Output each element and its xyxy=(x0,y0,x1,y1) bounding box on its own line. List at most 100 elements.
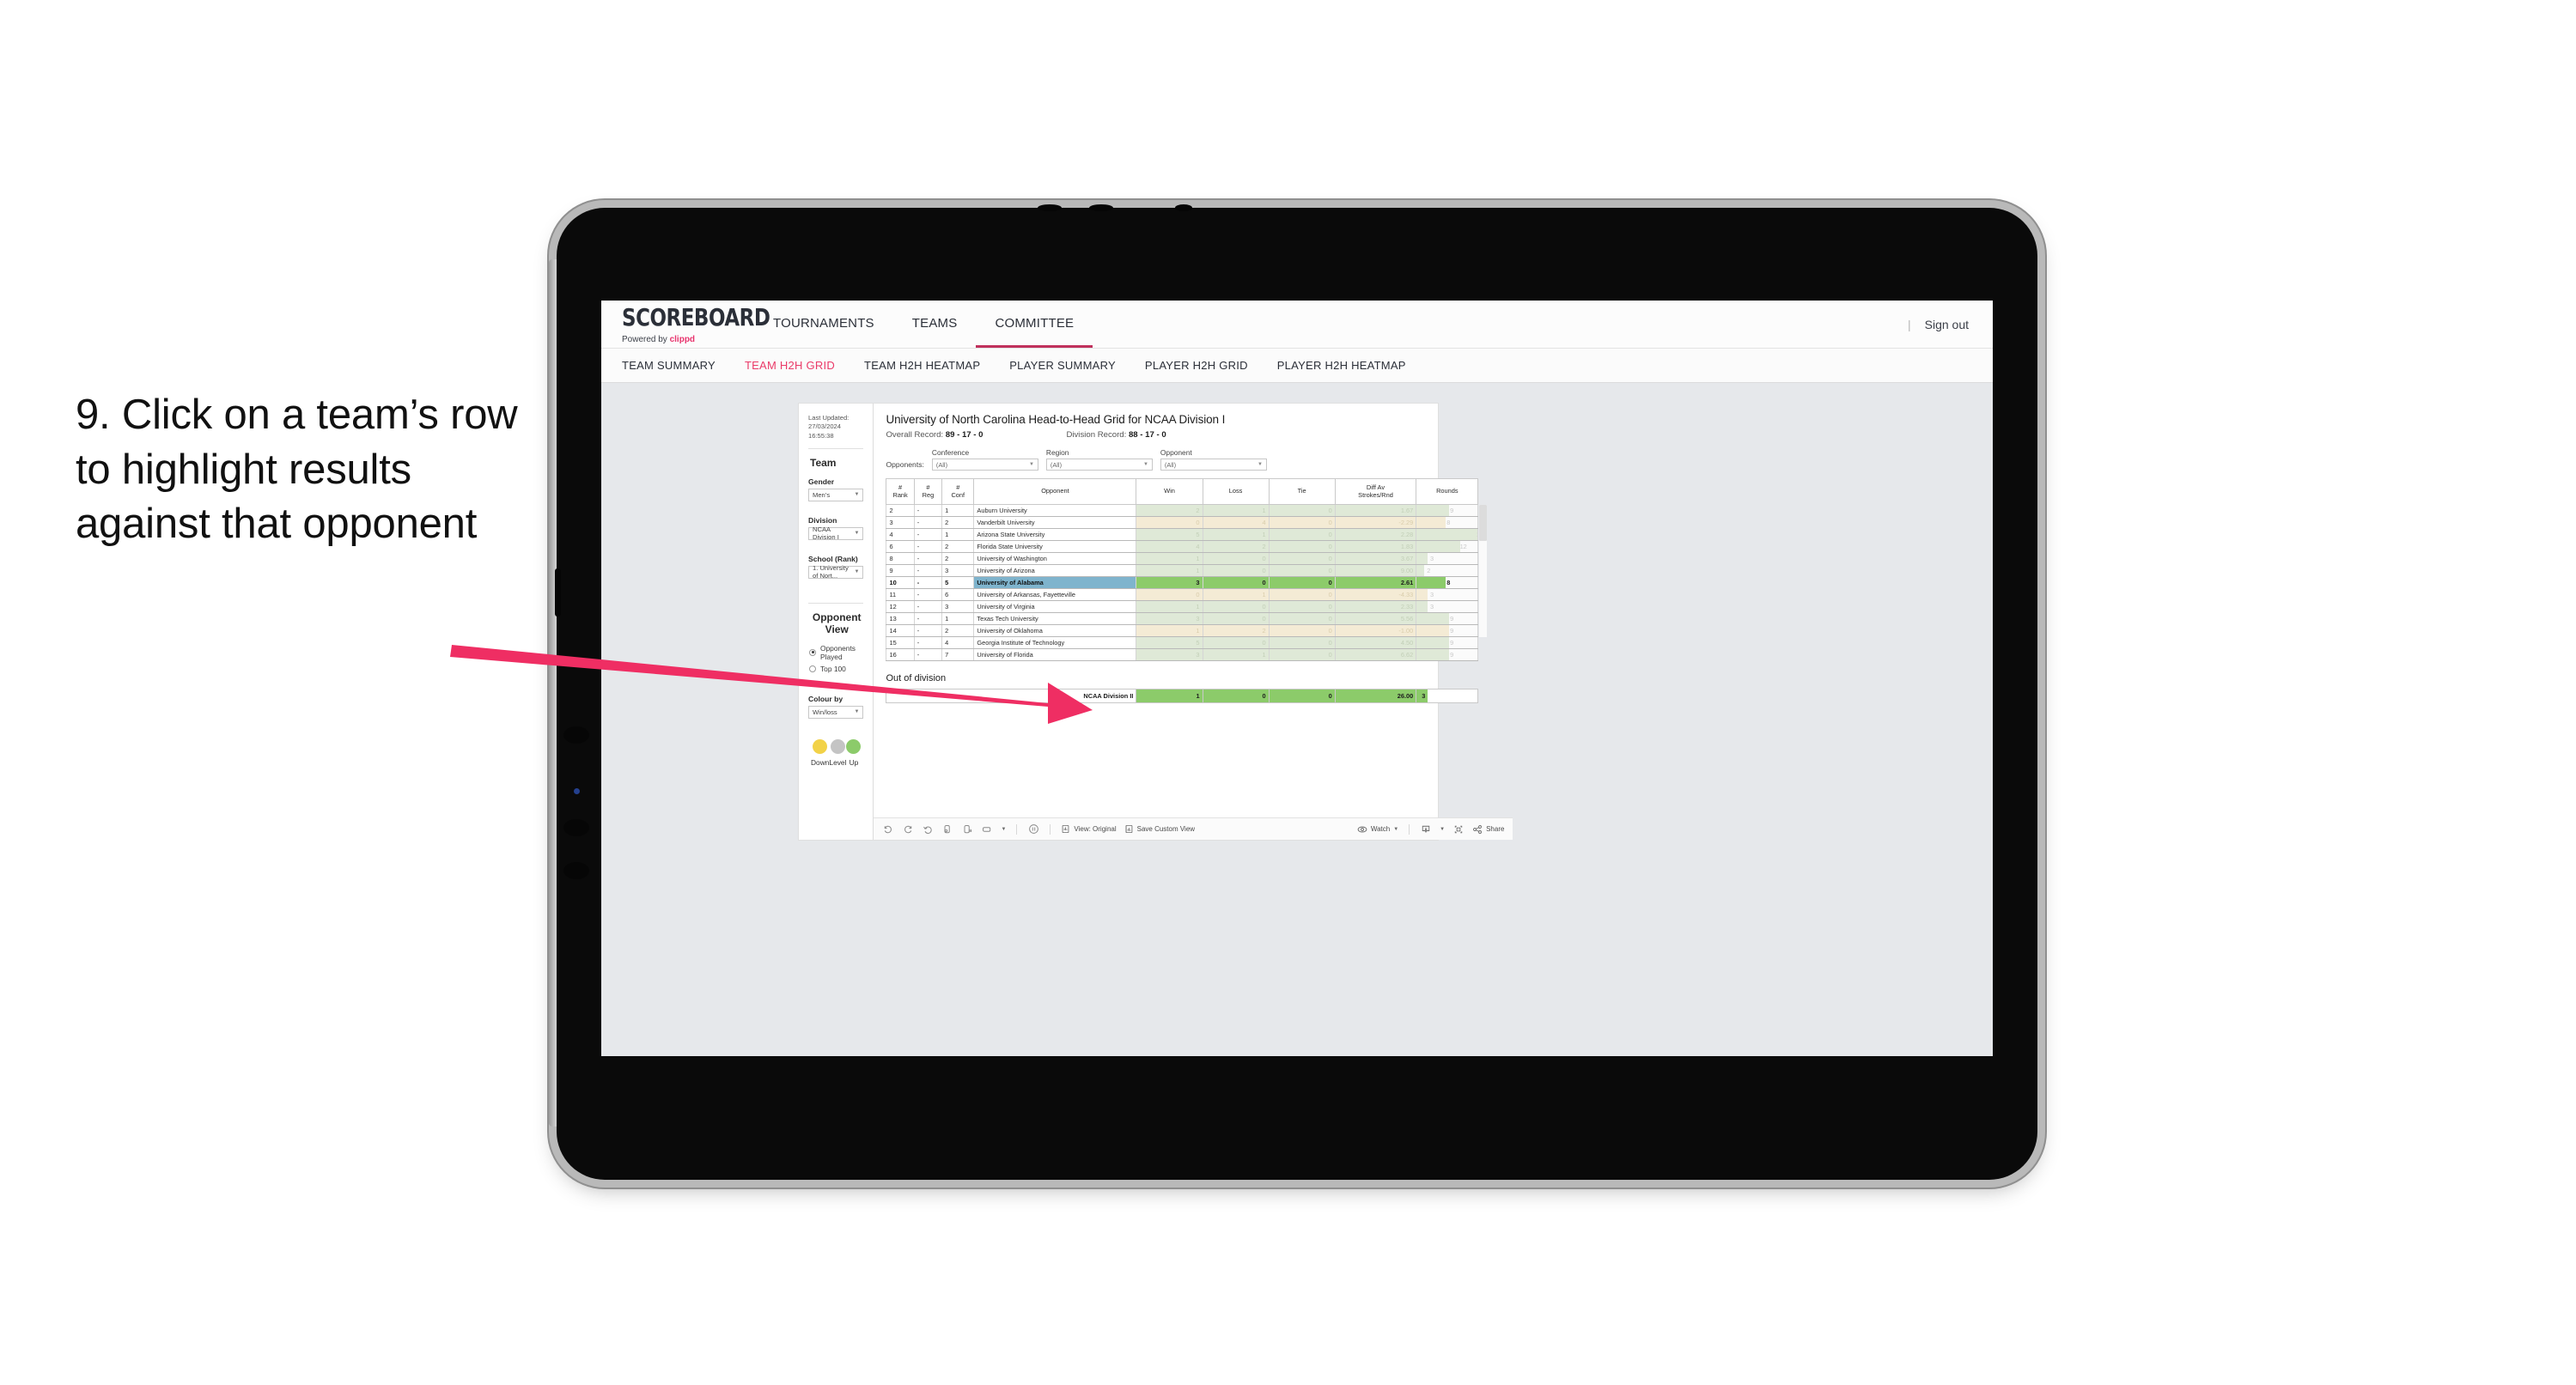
fullscreen-icon[interactable] xyxy=(1452,823,1465,835)
table-row[interactable]: 15-4 Georgia Institute of Technology 5 0 0 4.… xyxy=(886,636,1479,649)
school-select[interactable]: 1. University of Nort... ▼ xyxy=(808,564,864,580)
cell-rank: 16 xyxy=(886,648,915,661)
share-label: Share xyxy=(1486,825,1505,833)
column-header-diff-av-strokes-rnd[interactable]: Diff Av Strokes/Rnd xyxy=(1334,478,1417,505)
sign-out-link[interactable]: Sign out xyxy=(1925,318,1969,331)
subtab-player-h2h-heatmap[interactable]: PLAYER H2H HEATMAP xyxy=(1277,359,1406,372)
cell-region: - xyxy=(913,540,943,553)
share-button[interactable]: Share xyxy=(1472,824,1504,835)
filter-opponent-value: (All) xyxy=(1164,460,1177,469)
column-header-opponent[interactable]: Opponent xyxy=(973,478,1137,505)
table-row[interactable]: 3-2 Vanderbilt University 0 4 0 -2.29 8 xyxy=(886,516,1479,529)
filter-conference-select[interactable]: (All) ▼ xyxy=(931,459,1038,471)
pause-auto-update-icon[interactable] xyxy=(1027,823,1039,835)
cell-win: 1 xyxy=(1136,552,1203,565)
cell-rank: 13 xyxy=(886,612,915,625)
radio-top-100[interactable]: Top 100 xyxy=(809,665,863,673)
column-header-tie[interactable]: Tie xyxy=(1268,478,1336,505)
cell-opponent: University of Arkansas, Fayetteville xyxy=(973,588,1137,601)
legend-item-down: Down xyxy=(811,738,829,767)
legend-dot-up xyxy=(846,738,862,754)
table-row[interactable]: 4-1Arizona State University5102.2817 xyxy=(886,528,1479,541)
table-row[interactable]: 8-2 University of Washington 1 0 0 3.67 3 xyxy=(886,552,1479,565)
cell-loss: 0 xyxy=(1202,600,1270,613)
h2h-grid-table-wrapper: # Rank # Reg # Conf Opponent Win Loss Tie Diff Av S… xyxy=(886,478,1488,661)
toolbar-divider-1 xyxy=(1016,823,1018,835)
pause-icon[interactable] xyxy=(961,823,973,835)
column-header--reg[interactable]: # Reg xyxy=(913,478,943,505)
subtab-player-h2h-grid[interactable]: PLAYER H2H GRID xyxy=(1145,359,1248,372)
chevron-down-icon[interactable]: ▼ xyxy=(1440,827,1445,832)
subtab-team-h2h-heatmap[interactable]: TEAM H2H HEATMAP xyxy=(864,359,980,372)
filter-region-select[interactable]: (All) ▼ xyxy=(1045,459,1153,471)
rounds-value: 2 xyxy=(1427,567,1431,574)
subtab-team-summary[interactable]: TEAM SUMMARY xyxy=(622,359,716,372)
cell-diff: 6.62 xyxy=(1334,648,1417,661)
table-row[interactable]: 6-2 Florida State University 4 2 0 1.83 12 xyxy=(886,540,1479,553)
chevron-down-icon: ▼ xyxy=(854,569,860,575)
cell-conference: 1 xyxy=(941,528,975,541)
nav-tab-tournaments[interactable]: TOURNAMENTS xyxy=(754,301,893,348)
table-row[interactable]: 11-6 University of Arkansas, Fayetteville… xyxy=(886,588,1479,601)
table-row[interactable]: 12-3 University of Virginia 1 0 0 2.33 3 xyxy=(886,600,1479,613)
page-title: University of North Carolina Head-to-Hea… xyxy=(886,413,1226,426)
cell-win: 1 xyxy=(1136,564,1203,577)
division-select[interactable]: NCAA Division I ▼ xyxy=(808,525,864,541)
chevron-down-icon[interactable]: ▼ xyxy=(1001,827,1006,832)
table-row[interactable]: 13-1 Texas Tech University 3 0 0 5.56 9 xyxy=(886,612,1479,625)
cell-win: 0 xyxy=(1136,588,1203,601)
app-logo[interactable]: SCOREBOARD Powered by clippd xyxy=(601,301,770,348)
watch-button[interactable]: Watch ▼ xyxy=(1357,824,1398,835)
subtab-player-summary[interactable]: PLAYER SUMMARY xyxy=(1009,359,1116,372)
redo-icon[interactable] xyxy=(902,823,914,835)
cell-diff: 1.83 xyxy=(1334,540,1417,553)
cell-diff: 5.56 xyxy=(1334,612,1417,625)
cell-rounds: 3 xyxy=(1416,588,1479,601)
refresh-icon[interactable] xyxy=(941,823,953,835)
cell-opponent: University of Virginia xyxy=(973,600,1137,613)
save-custom-view-label: Save Custom View xyxy=(1136,825,1196,833)
colour-by-select[interactable]: Win/loss ▼ xyxy=(808,705,864,719)
rounds-value: 3 xyxy=(1430,555,1434,562)
table-vertical-scrollbar[interactable] xyxy=(1479,505,1488,637)
device-speaker-3 xyxy=(563,862,589,879)
cell-region: - xyxy=(913,648,943,661)
view-original-button[interactable]: View: Original xyxy=(1061,824,1117,834)
out-of-division-row[interactable]: NCAA Division II 1 0 0 26.00 3 xyxy=(886,689,1479,703)
cell-tie: 0 xyxy=(1268,564,1336,577)
view-original-label: View: Original xyxy=(1074,825,1117,833)
rounds-value: 9 xyxy=(1450,627,1454,635)
undo-icon[interactable] xyxy=(882,823,894,835)
cell-loss: 0 xyxy=(1202,636,1270,649)
legend-dot-level xyxy=(830,738,845,754)
column-header-rounds[interactable]: Rounds xyxy=(1416,478,1479,505)
device-preview-icon[interactable] xyxy=(981,823,993,835)
table-row[interactable]: 10-5 University of Alabama 3 0 0 2.61 8 xyxy=(886,576,1479,589)
nav-tab-teams[interactable]: TEAMS xyxy=(893,301,977,348)
legend-dot-down xyxy=(813,738,828,754)
nav-tab-committee[interactable]: COMMITTEE xyxy=(976,301,1093,348)
device-top-sensor-1 xyxy=(1038,204,1062,211)
column-header-loss[interactable]: Loss xyxy=(1202,478,1270,505)
gender-select[interactable]: Men’s ▼ xyxy=(808,488,864,501)
table-row[interactable]: 2-1 Auburn University 2 1 0 1.67 9 xyxy=(886,504,1479,517)
radio-top-100-label: Top 100 xyxy=(820,664,846,673)
revert-icon[interactable] xyxy=(922,823,934,835)
table-row[interactable]: 14-2 University of Oklahoma 1 2 0 -1.00 9 xyxy=(886,624,1479,637)
scrollbar-thumb[interactable] xyxy=(1479,505,1488,541)
filters-sidebar: Last Updated: 27/03/2024 16:55:38 Team G… xyxy=(799,404,874,840)
filter-opponent-select[interactable]: (All) ▼ xyxy=(1160,459,1267,471)
column-header--conf[interactable]: # Conf xyxy=(941,478,975,505)
radio-opponents-played[interactable]: Opponents Played xyxy=(809,644,863,661)
subtab-team-h2h-grid[interactable]: TEAM H2H GRID xyxy=(745,359,835,372)
cell-conference: 2 xyxy=(941,516,975,529)
download-icon[interactable] xyxy=(1420,823,1432,835)
column-header--rank[interactable]: # Rank xyxy=(886,478,915,505)
column-header-win[interactable]: Win xyxy=(1136,478,1203,505)
rounds-value: 9 xyxy=(1450,651,1454,659)
table-row[interactable]: 16-7 University of Florida 3 1 0 6.62 9 xyxy=(886,648,1479,661)
cell-tie: 0 xyxy=(1268,516,1336,529)
save-custom-view-button[interactable]: Save Custom View xyxy=(1124,824,1195,834)
table-row[interactable]: 9-3 University of Arizona 1 0 0 9.00 2 xyxy=(886,564,1479,577)
cell-tie: 0 xyxy=(1268,552,1336,565)
